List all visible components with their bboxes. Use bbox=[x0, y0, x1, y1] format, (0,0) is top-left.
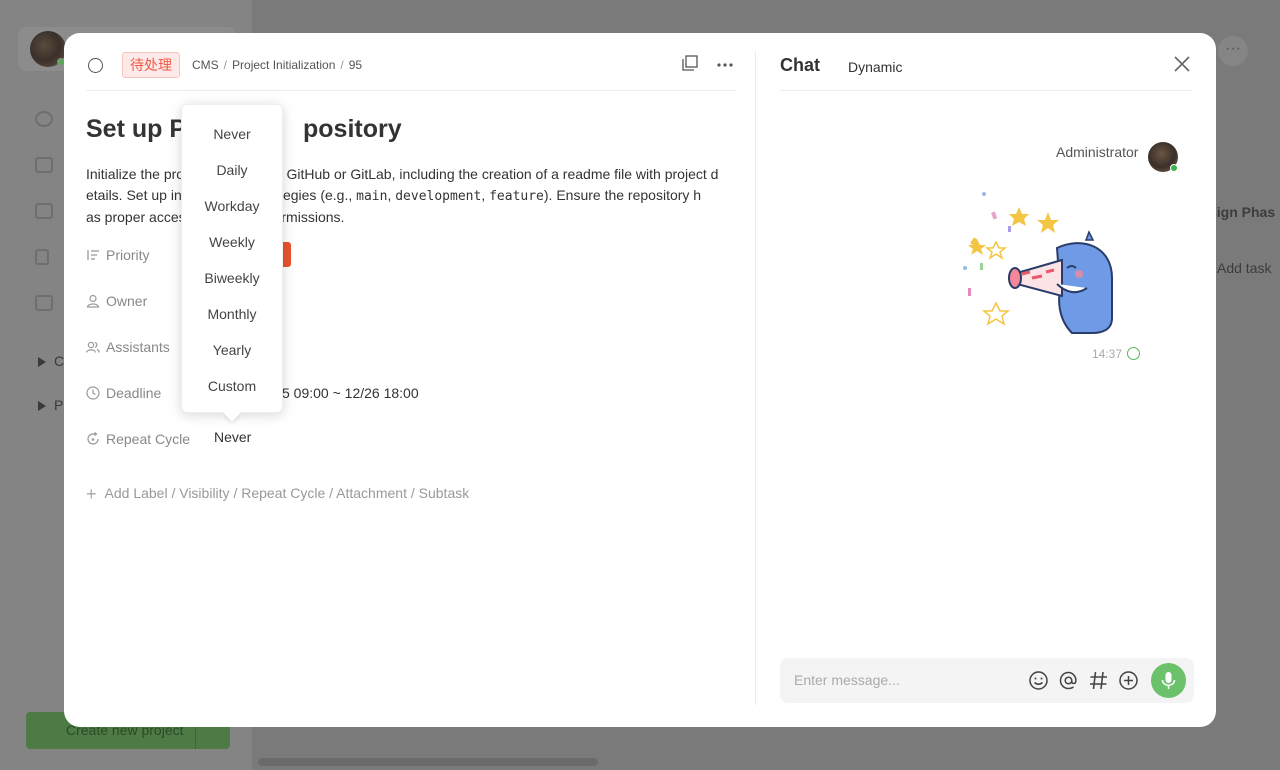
owner-label: Owner bbox=[106, 293, 148, 309]
hashtag-icon[interactable] bbox=[1088, 670, 1109, 691]
task-detail-modal: 待处理 CMS / Project Initialization/95 Set up… bbox=[64, 33, 1216, 727]
owner-field: Owner bbox=[86, 293, 147, 315]
microphone-icon bbox=[1161, 672, 1176, 689]
tab-chat[interactable]: Chat bbox=[780, 55, 820, 76]
desc-code: feature bbox=[489, 189, 544, 204]
priority-icon bbox=[87, 250, 99, 260]
background-tree-item: P bbox=[38, 397, 63, 413]
message-input[interactable] bbox=[794, 670, 1014, 690]
desc-text: as proper acces bbox=[86, 209, 186, 225]
repeat-option-weekly[interactable]: Weekly bbox=[182, 224, 282, 260]
priority-label: Priority bbox=[106, 247, 150, 263]
file-icon bbox=[35, 249, 49, 265]
expand-triangle-icon bbox=[38, 401, 46, 412]
clock-icon bbox=[86, 386, 100, 400]
header-divider bbox=[86, 90, 736, 91]
repeat-cycle-dropdown: Never Daily Workday Weekly Biweekly Mont… bbox=[181, 104, 283, 422]
background-scrollbar bbox=[258, 758, 598, 766]
expand-triangle-icon bbox=[38, 357, 46, 368]
background-add-task: Add task bbox=[1217, 260, 1272, 276]
repeat-option-workday[interactable]: Workday bbox=[182, 188, 282, 224]
repeat-cycle-value[interactable]: Never bbox=[214, 429, 251, 445]
desc-text: etails. Set up in bbox=[86, 187, 182, 203]
voice-record-button[interactable] bbox=[1151, 663, 1186, 698]
breadcrumb-task-id: 95 bbox=[348, 58, 363, 72]
more-options-icon[interactable] bbox=[716, 55, 734, 73]
desc-text: ). Ensure the repository h bbox=[543, 187, 702, 203]
background-more-icon: ··· bbox=[1218, 36, 1248, 66]
task-title-end: pository bbox=[303, 115, 402, 143]
mention-icon[interactable] bbox=[1058, 670, 1079, 691]
users-icon bbox=[86, 341, 100, 353]
deadline-value[interactable]: 5 09:00 ~ 12/26 18:00 bbox=[282, 385, 419, 401]
background-column-title: sign Phas bbox=[1209, 204, 1276, 220]
tree-item-label: P bbox=[54, 397, 64, 413]
repeat-cycle-label: Repeat Cycle bbox=[106, 431, 191, 447]
repeat-option-never[interactable]: Never bbox=[182, 116, 282, 152]
message-sender: Administrator bbox=[1056, 144, 1139, 160]
add-attachment-icon[interactable] bbox=[1118, 670, 1139, 691]
task-header: 待处理 CMS / Project Initialization/95 bbox=[86, 51, 736, 81]
repeat-option-monthly[interactable]: Monthly bbox=[182, 296, 282, 332]
plus-icon: + bbox=[86, 484, 97, 504]
tab-dynamic[interactable]: Dynamic bbox=[848, 59, 902, 75]
task-title-start: Set up P bbox=[86, 115, 187, 143]
desc-text: Initialize the pro bbox=[86, 166, 185, 182]
task-pane: 待处理 CMS / Project Initialization/95 Set up… bbox=[64, 33, 754, 727]
breadcrumb-column[interactable]: Project Initialization bbox=[232, 58, 335, 72]
close-icon[interactable] bbox=[1172, 54, 1192, 74]
tree-item-label: C bbox=[54, 353, 65, 369]
background-tree-item: C bbox=[38, 353, 64, 369]
breadcrumb: CMS / Project Initialization/95 bbox=[192, 58, 363, 72]
emoji-icon[interactable] bbox=[1028, 670, 1049, 691]
desc-code: development bbox=[395, 189, 482, 204]
deadline-field: Deadline bbox=[86, 385, 161, 407]
priority-field: Priority bbox=[86, 247, 150, 269]
status-badge[interactable]: 待处理 bbox=[122, 52, 180, 78]
chat-pane: Chat Dynamic Administrator 14:37 Enter m… bbox=[756, 33, 1216, 727]
assistants-label: Assistants bbox=[106, 339, 170, 355]
online-status-dot bbox=[1170, 164, 1178, 172]
add-fields-label: Add Label / Visibility / Repeat Cycle / … bbox=[104, 485, 470, 501]
complete-toggle[interactable] bbox=[88, 58, 103, 73]
repeat-option-custom[interactable]: Custom bbox=[182, 368, 282, 404]
calendar-icon bbox=[35, 157, 53, 173]
deadline-label: Deadline bbox=[106, 385, 162, 401]
repeat-icon bbox=[87, 432, 99, 445]
desc-text: , bbox=[481, 187, 490, 203]
desc-text: ermissions. bbox=[273, 209, 345, 225]
repeat-cycle-field: Repeat Cycle bbox=[86, 431, 190, 453]
user-icon bbox=[86, 294, 100, 308]
message-composer bbox=[780, 658, 1194, 703]
assistants-field: Assistants bbox=[86, 339, 170, 361]
read-status-icon bbox=[1127, 347, 1140, 360]
add-fields-button[interactable]: + Add Label / Visibility / Repeat Cycle /… bbox=[86, 484, 469, 505]
desc-text: on GitHub or GitLab, including the creat… bbox=[267, 166, 719, 182]
breadcrumb-project[interactable]: CMS bbox=[192, 58, 219, 72]
desc-code: main bbox=[356, 189, 388, 204]
message-time: 14:37 bbox=[1092, 347, 1123, 361]
celebration-sticker-image[interactable] bbox=[962, 188, 1132, 338]
chat-header-divider bbox=[780, 90, 1193, 91]
copy-window-icon[interactable] bbox=[682, 55, 698, 71]
repeat-option-daily[interactable]: Daily bbox=[182, 152, 282, 188]
apps-icon bbox=[35, 295, 53, 311]
dashboard-icon bbox=[35, 111, 53, 127]
dropdown-arrow bbox=[223, 404, 241, 422]
repeat-option-yearly[interactable]: Yearly bbox=[182, 332, 282, 368]
message-icon bbox=[35, 203, 53, 219]
repeat-option-biweekly[interactable]: Biweekly bbox=[182, 260, 282, 296]
